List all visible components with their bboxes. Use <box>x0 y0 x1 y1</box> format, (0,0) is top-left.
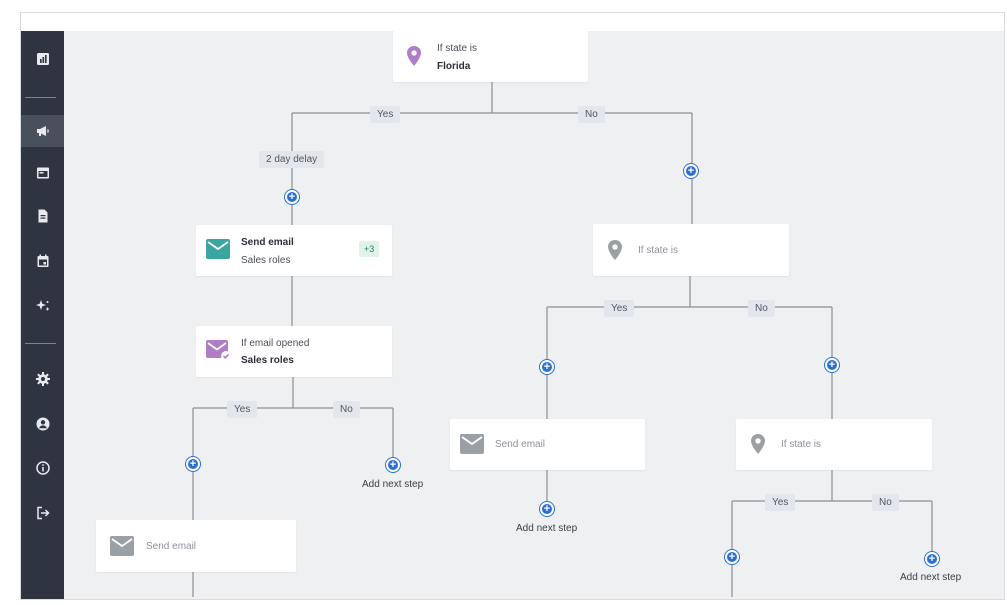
node-label: If state is <box>781 439 822 450</box>
gear-icon[interactable] <box>21 363 64 395</box>
sidebar-divider <box>25 97 56 98</box>
email-icon <box>206 239 230 259</box>
add-step-button[interactable]: + <box>925 552 939 566</box>
chart-icon[interactable] <box>21 43 64 75</box>
node-label: If email opened <box>241 338 310 349</box>
if-email-opened-node[interactable]: If email opened Sales roles <box>196 326 392 377</box>
sparkle-icon[interactable] <box>21 290 64 322</box>
add-step-button[interactable]: + <box>684 164 698 178</box>
workflow-canvas[interactable] <box>64 31 1004 599</box>
location-pin-icon <box>751 434 765 454</box>
count-badge: +3 <box>359 241 380 257</box>
email-opened-icon <box>206 340 231 361</box>
send-email-node[interactable]: Send email <box>96 520 296 572</box>
app-window <box>20 12 1005 600</box>
node-value: Sales roles <box>241 355 294 366</box>
branch-no-label: No <box>578 106 605 123</box>
branch-yes-label: Yes <box>604 300 635 317</box>
document-icon[interactable] <box>21 200 64 232</box>
add-next-step-link[interactable]: Add next step <box>516 523 577 534</box>
add-next-step-link[interactable]: Add next step <box>900 572 961 583</box>
add-step-button[interactable]: + <box>386 458 400 472</box>
info-icon[interactable] <box>21 452 64 484</box>
sidebar-divider <box>25 343 56 344</box>
send-email-node[interactable]: Send email <box>450 419 645 470</box>
add-step-button[interactable]: + <box>825 358 839 372</box>
node-label: If state is <box>638 245 679 256</box>
add-next-step-link[interactable]: Add next step <box>362 479 423 490</box>
if-state-node[interactable]: If state is <box>593 224 789 276</box>
location-pin-icon <box>407 46 421 66</box>
node-label: If state is <box>437 43 478 54</box>
email-icon <box>460 434 484 454</box>
node-value: Florida <box>437 61 471 72</box>
branch-yes-label: Yes <box>227 401 258 418</box>
add-step-button[interactable]: + <box>285 190 299 204</box>
add-step-button[interactable]: + <box>186 457 200 471</box>
node-title: Send email <box>495 439 546 450</box>
email-icon <box>110 536 134 556</box>
megaphone-icon[interactable] <box>21 115 64 147</box>
user-icon[interactable] <box>21 408 64 440</box>
add-step-button[interactable]: + <box>540 360 554 374</box>
add-step-button[interactable]: + <box>725 550 739 564</box>
node-title: Send email <box>146 541 197 552</box>
branch-yes-label: Yes <box>370 106 401 123</box>
calendar-icon[interactable] <box>21 245 64 277</box>
node-subtitle: Sales roles <box>241 255 291 266</box>
if-state-node-root[interactable]: If state is Florida <box>393 31 588 82</box>
sidebar <box>21 31 64 599</box>
branch-no-label: No <box>872 494 899 511</box>
add-step-button[interactable]: + <box>540 502 554 516</box>
delay-badge[interactable]: 2 day delay <box>259 151 325 168</box>
branch-no-label: No <box>748 300 775 317</box>
branch-yes-label: Yes <box>765 494 796 511</box>
if-state-node[interactable]: If state is <box>736 419 932 470</box>
calendar-window-icon[interactable] <box>21 157 64 189</box>
send-email-node[interactable]: Send email Sales roles +3 <box>196 225 392 276</box>
logout-icon[interactable] <box>21 497 64 529</box>
location-pin-icon <box>608 240 622 260</box>
branch-no-label: No <box>333 401 360 418</box>
node-title: Send email <box>241 237 294 248</box>
